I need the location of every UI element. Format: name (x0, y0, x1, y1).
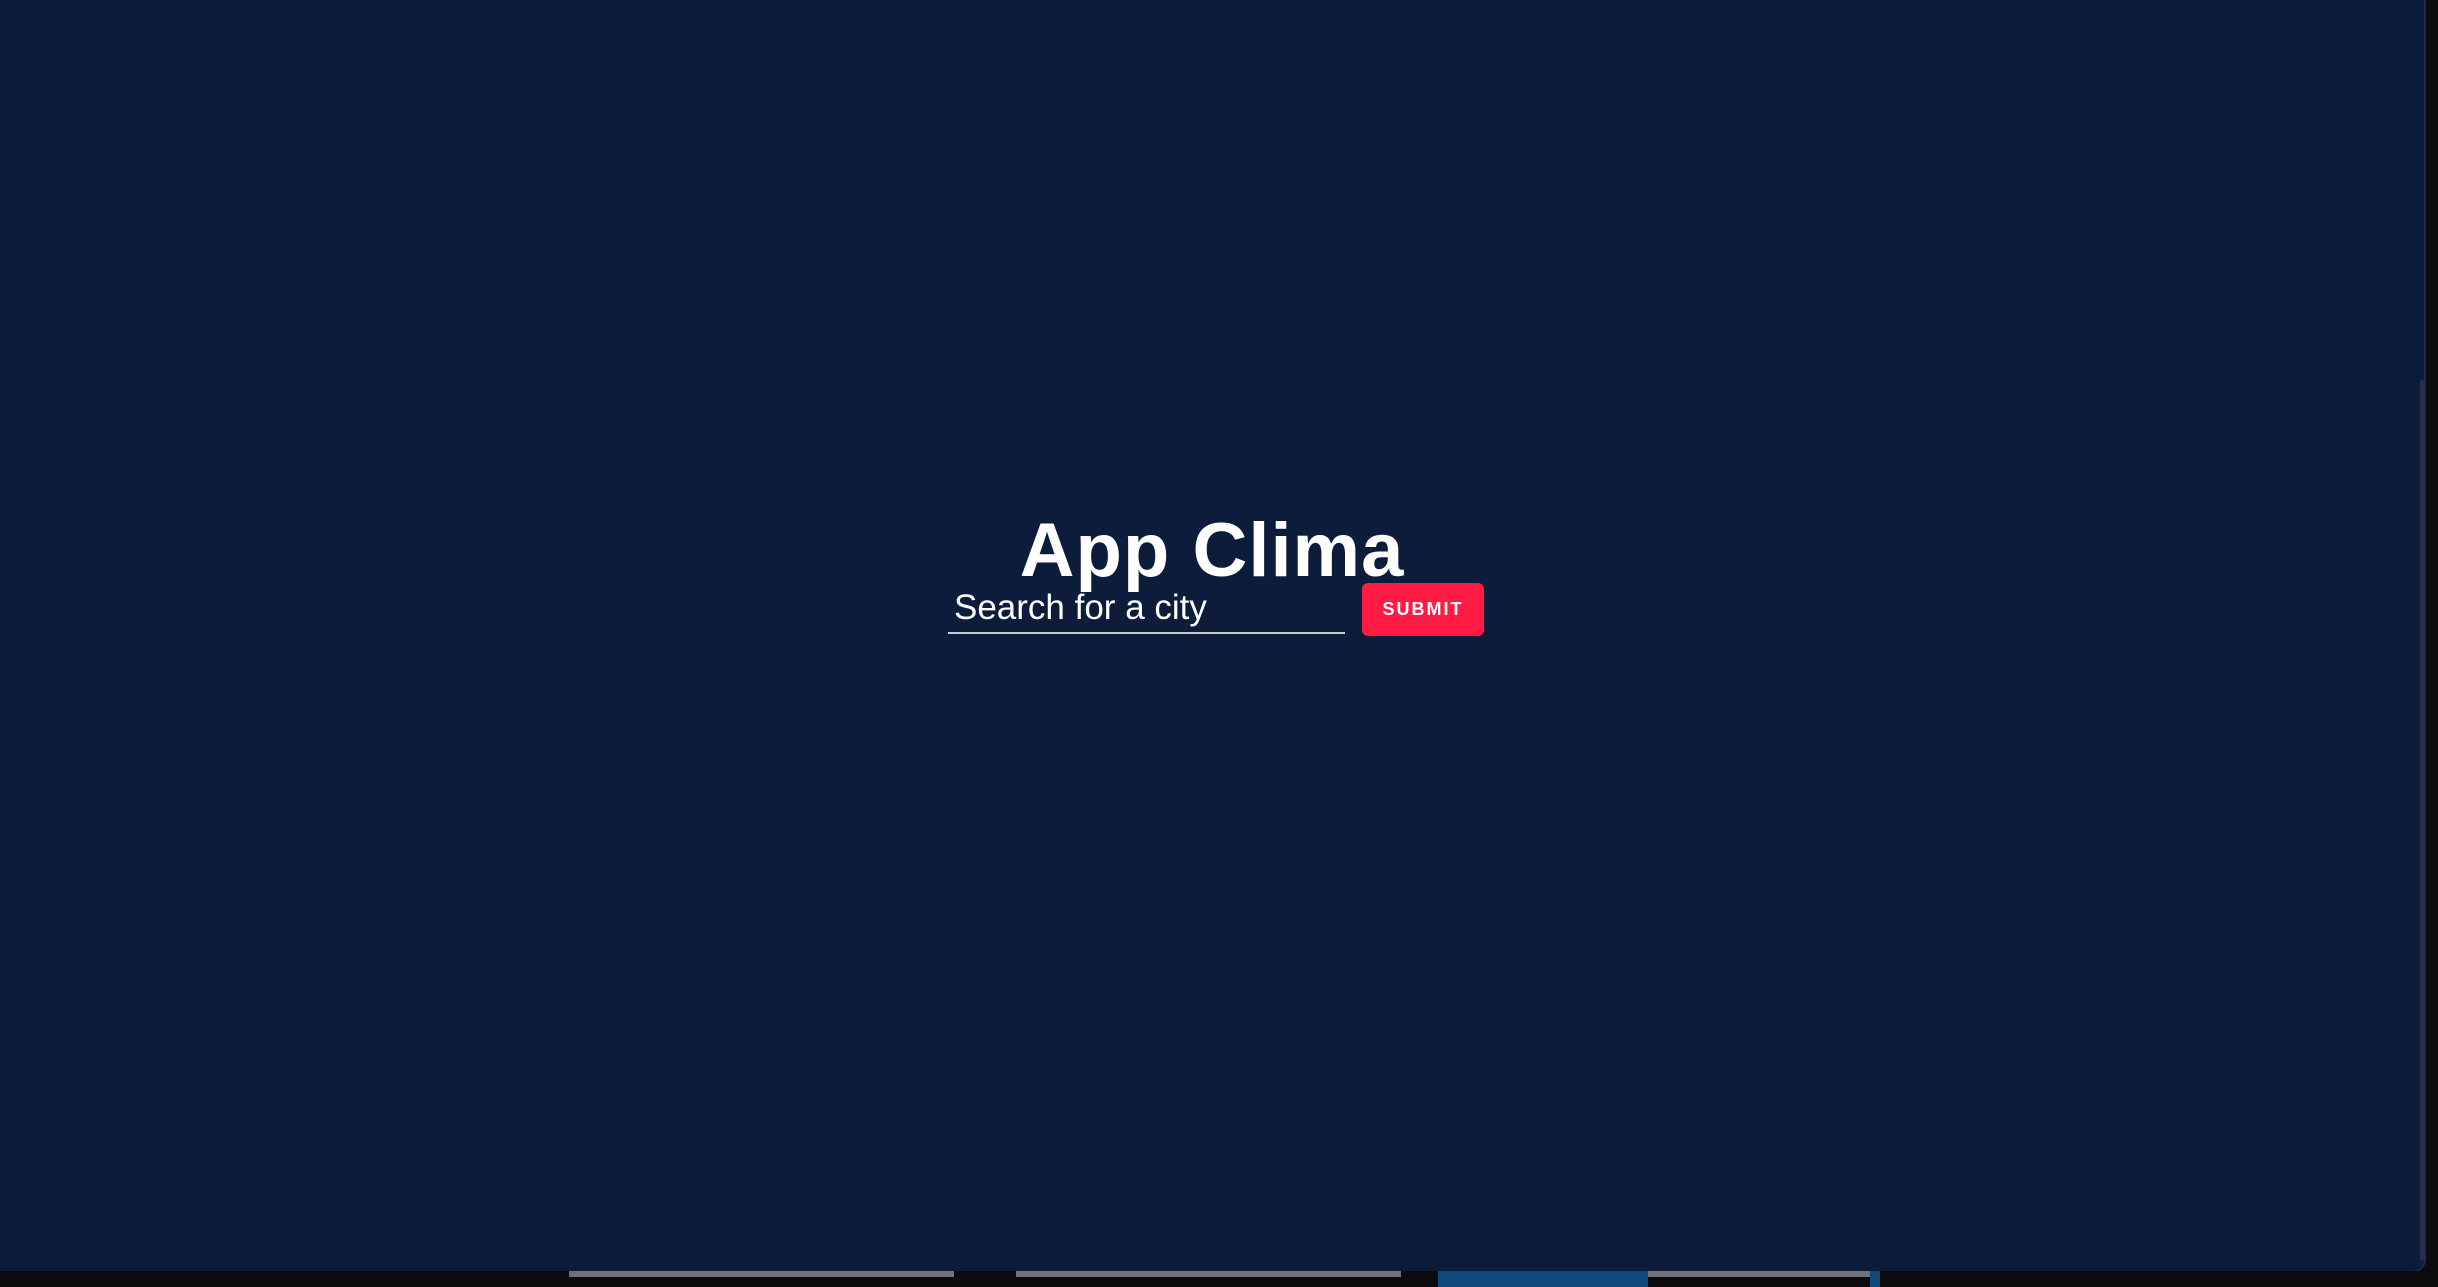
taskbar-item[interactable] (1870, 1271, 1880, 1287)
taskbar-item[interactable] (1438, 1271, 1648, 1287)
search-form: SUBMIT (948, 581, 1484, 637)
city-search-input[interactable] (948, 584, 1345, 634)
taskbar-item[interactable] (1016, 1271, 1401, 1277)
app-window: App Clima SUBMIT (0, 0, 2426, 1273)
scrollbar[interactable] (2420, 380, 2424, 1260)
taskbar-item[interactable] (1648, 1271, 1870, 1277)
taskbar-item[interactable] (569, 1271, 954, 1277)
submit-button[interactable]: SUBMIT (1362, 582, 1484, 636)
taskbar (0, 1271, 2438, 1287)
